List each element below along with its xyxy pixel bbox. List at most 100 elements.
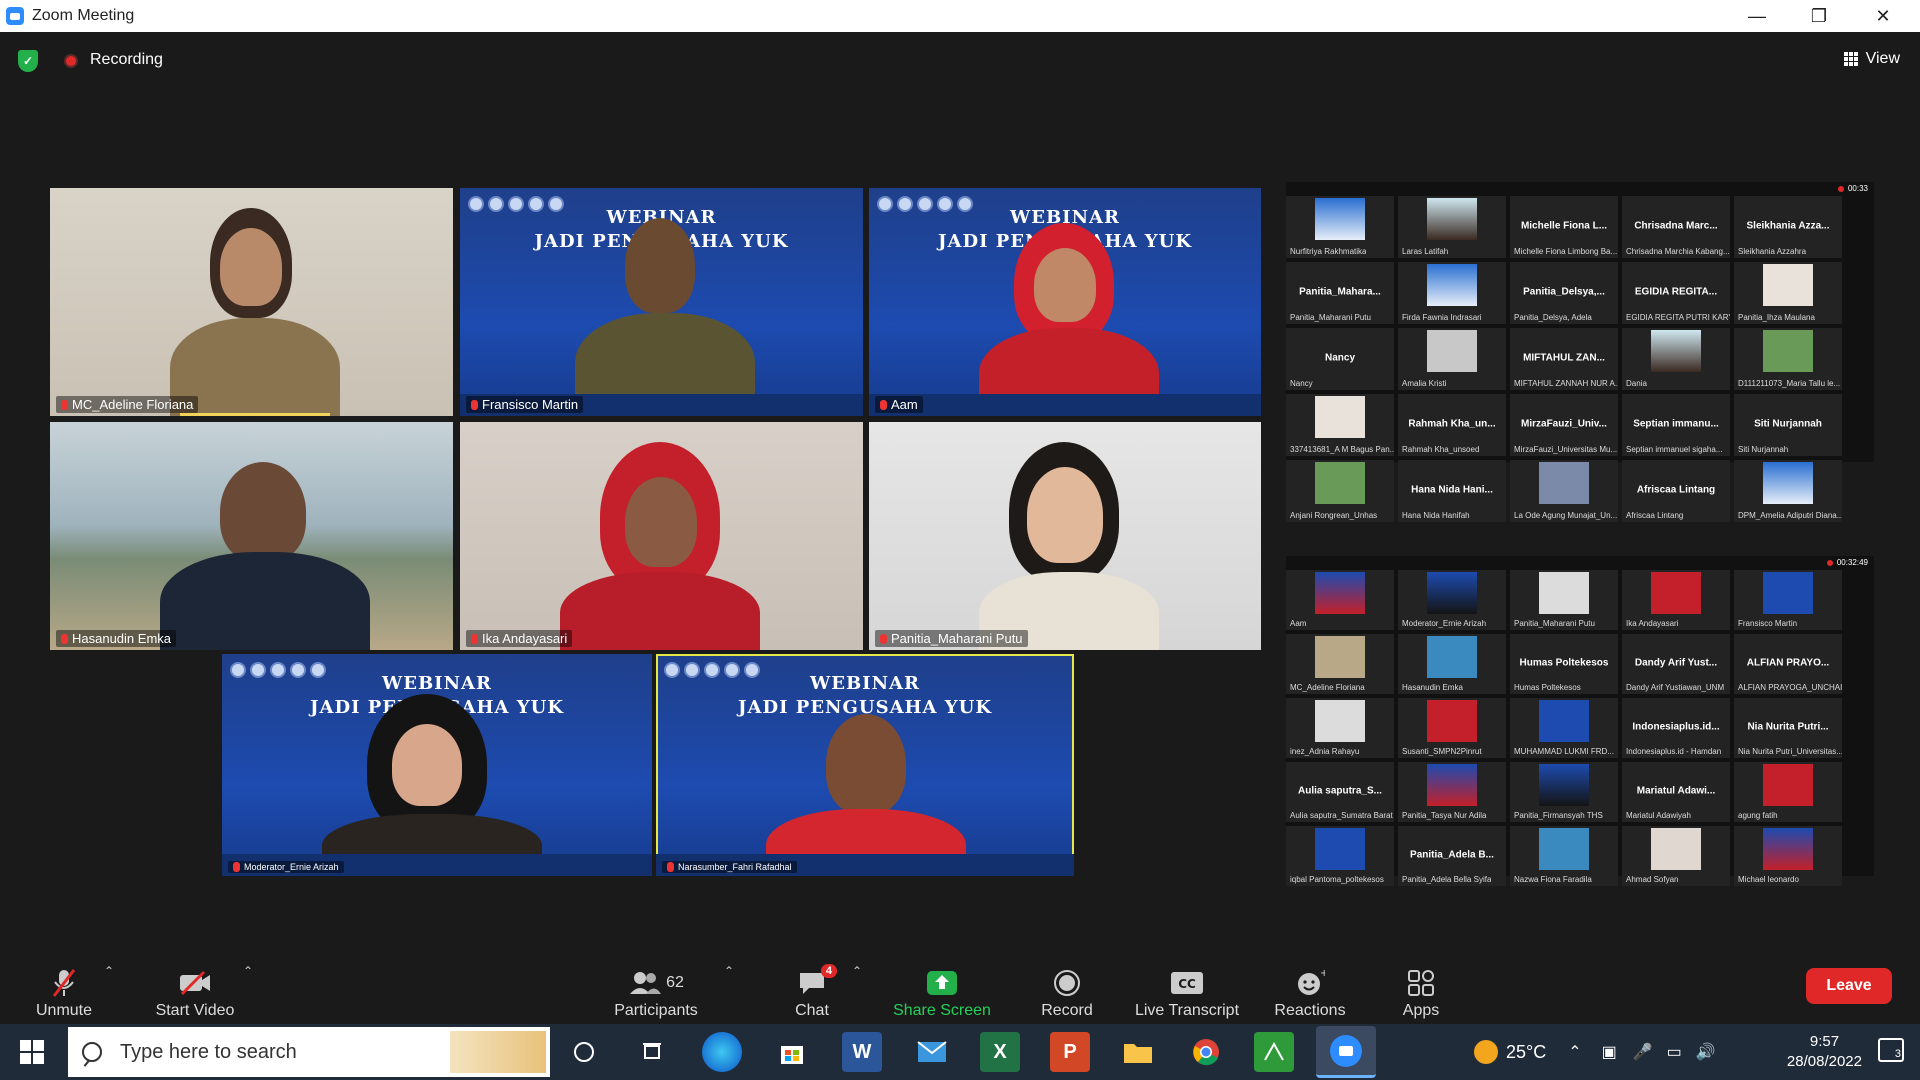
gallery-participant-name: La Ode Agung Munajat_Un... xyxy=(1514,511,1618,520)
leave-button[interactable]: Leave xyxy=(1806,968,1892,1004)
weather-temperature[interactable]: 25°C xyxy=(1506,1042,1546,1063)
encryption-shield-icon[interactable]: ✓ xyxy=(18,50,38,72)
recording-label[interactable]: Recording xyxy=(90,51,163,69)
start-video-button[interactable]: Start Video xyxy=(150,956,240,1020)
windows-start-icon[interactable] xyxy=(20,1040,44,1064)
gallery-participant-tile: MIFTAHUL ZAN... MIFTAHUL ZANNAH NUR A... xyxy=(1510,328,1618,390)
gallery-participant-name: Rahmah Kha_unsoed xyxy=(1402,445,1480,454)
gallery-participant-tile: Hana Nida Hani... Hana Nida Hanifah xyxy=(1398,460,1506,522)
gallery-video-thumbnail xyxy=(1763,764,1813,806)
video-tile[interactable]: MC_Adeline Floriana xyxy=(50,188,453,416)
microsoft-store-icon[interactable] xyxy=(772,1032,812,1072)
video-tile[interactable]: Hasanudin Emka xyxy=(50,422,453,650)
word-icon[interactable]: W xyxy=(842,1032,882,1072)
video-options-caret-icon[interactable]: ⌃ xyxy=(243,964,253,978)
mail-icon[interactable] xyxy=(912,1032,952,1072)
gallery-video-thumbnail xyxy=(1651,330,1701,372)
gallery-participant-tile: Susanti_SMPN2Pinrut xyxy=(1398,698,1506,758)
gallery-participant-name: Hasanudin Emka xyxy=(1402,683,1463,692)
gallery-video-thumbnail xyxy=(1763,462,1813,504)
svg-text:CC: CC xyxy=(1178,977,1196,991)
apps-icon xyxy=(1404,968,1438,998)
gallery-participant-name: Panitia_Tasya Nur Adila xyxy=(1402,811,1487,820)
gallery-participant-name: Moderator_Ernie Arizah xyxy=(1402,619,1487,628)
gallery-participant-tile: Septian immanu... Septian immanuel sigaha… xyxy=(1622,394,1730,456)
gallery-participant-name: Aulia saputra_Sumatra Barat xyxy=(1290,811,1393,820)
audio-options-caret-icon[interactable]: ⌃ xyxy=(104,964,114,978)
video-tile[interactable]: WEBINARJADI PENGUSAHA YUK Aam xyxy=(869,188,1261,416)
gallery-participant-tile: agung fatih xyxy=(1734,762,1842,822)
live-transcript-button[interactable]: CC Live Transcript xyxy=(1130,956,1244,1020)
meeting-info-bar: ✓ Recording View xyxy=(0,32,1920,88)
chrome-icon[interactable] xyxy=(1186,1032,1226,1072)
gallery-participant-name: MirzaFauzi_Universitas Mu... xyxy=(1514,445,1618,454)
mic-muted-icon xyxy=(880,399,887,410)
participants-button[interactable]: 62 Participants xyxy=(608,956,704,1020)
notification-center-icon[interactable]: 3 xyxy=(1878,1038,1904,1062)
powerpoint-icon[interactable]: P xyxy=(1050,1032,1090,1072)
restore-button[interactable]: ❐ xyxy=(1788,0,1850,32)
video-off-icon xyxy=(178,968,212,998)
gallery-participant-tile: Nancy Nancy xyxy=(1286,328,1394,390)
gallery-participant-name: agung fatih xyxy=(1738,811,1778,820)
participant-face xyxy=(1034,248,1096,322)
participant-face xyxy=(625,218,695,313)
share-screen-button[interactable]: Share Screen xyxy=(886,956,998,1020)
minimize-button[interactable]: — xyxy=(1726,0,1788,32)
gallery-display-name: Afriscaa Lintang xyxy=(1636,484,1716,496)
video-tile[interactable]: Panitia_Maharani Putu xyxy=(869,422,1261,650)
gallery-participant-name: Panitia_Delsya, Adela xyxy=(1514,313,1592,322)
battery-icon[interactable]: ▭ xyxy=(1667,1042,1682,1062)
excel-icon[interactable]: X xyxy=(980,1032,1020,1072)
record-button[interactable]: Record xyxy=(1030,956,1104,1020)
close-button[interactable]: ✕ xyxy=(1852,0,1914,32)
spreadsheet-app-icon[interactable] xyxy=(1254,1032,1294,1072)
network-icon[interactable]: ▣ xyxy=(1602,1042,1617,1062)
gallery-participant-name: Nia Nurita Putri_Universitas... xyxy=(1738,747,1842,756)
reactions-button[interactable]: + Reactions xyxy=(1272,956,1348,1020)
gallery-video-thumbnail xyxy=(1539,828,1589,870)
view-button[interactable]: View xyxy=(1843,50,1900,68)
volume-icon[interactable]: 🔊 xyxy=(1696,1042,1716,1062)
unmute-button[interactable]: Unmute xyxy=(28,956,100,1020)
gallery-participant-name: Humas Poltekesos xyxy=(1514,683,1581,692)
cortana-icon[interactable] xyxy=(564,1032,604,1072)
chat-options-caret-icon[interactable]: ⌃ xyxy=(852,964,862,978)
gallery-video-thumbnail xyxy=(1315,828,1365,870)
gallery-participant-tile: Amalia Kristi xyxy=(1398,328,1506,390)
gallery-display-name: Indonesiaplus.id... xyxy=(1632,721,1720,733)
gallery-display-name: Septian immanu... xyxy=(1633,418,1719,430)
participant-face xyxy=(392,724,462,806)
participant-name: Panitia_Maharani Putu xyxy=(875,630,1028,647)
weather-icon[interactable] xyxy=(1474,1040,1498,1064)
taskbar-clock[interactable]: 9:57 28/08/2022 xyxy=(1787,1032,1862,1072)
sponsor-strip xyxy=(869,394,1261,416)
gallery-display-name: Aulia saputra_S... xyxy=(1298,785,1382,797)
video-tile[interactable]: WEBINARJADI PENGUSAHA YUK Moderator_Erni… xyxy=(222,654,652,876)
chevron-up-icon[interactable]: ⌃ xyxy=(1568,1042,1581,1062)
chat-button[interactable]: 4 Chat xyxy=(784,956,840,1020)
gallery-participant-tile: 337413681_A M Bagus Pan... xyxy=(1286,394,1394,456)
participants-count: 62 xyxy=(666,974,684,991)
gallery-participant-name: Indonesiaplus.id - Hamdan xyxy=(1626,747,1722,756)
edge-browser-icon[interactable] xyxy=(702,1032,742,1072)
gallery-video-thumbnail xyxy=(1315,636,1365,678)
gallery-participant-tile: Dania xyxy=(1622,328,1730,390)
gallery-participant-tile: Hasanudin Emka xyxy=(1398,634,1506,694)
apps-button[interactable]: Apps xyxy=(1396,956,1446,1020)
participant-face xyxy=(1027,467,1103,563)
video-stage: MC_Adeline Floriana WEBINARJADI PENGUSAH… xyxy=(0,88,1920,950)
video-tile-active-speaker[interactable]: WEBINAR JADI PENGUSAHA YUK Narasumber_Fah… xyxy=(656,654,1074,876)
participants-options-caret-icon[interactable]: ⌃ xyxy=(724,964,734,978)
gallery-participant-name: MIFTAHUL ZANNAH NUR A... xyxy=(1514,379,1618,388)
video-tile[interactable]: WEBINARJADI PENGUSAHA YUK Fransisco Mart… xyxy=(460,188,863,416)
video-tile[interactable]: Ika Andayasari xyxy=(460,422,863,650)
gallery-participant-tile: Aulia saputra_S... Aulia saputra_Sumatra … xyxy=(1286,762,1394,822)
gallery-participant-name: DPM_Amelia Adiputri Diana... xyxy=(1738,511,1842,520)
file-explorer-icon[interactable] xyxy=(1118,1032,1158,1072)
zoom-taskbar-icon[interactable] xyxy=(1316,1026,1376,1078)
microphone-icon[interactable]: 🎤 xyxy=(1633,1042,1653,1062)
task-view-icon[interactable] xyxy=(632,1032,672,1072)
taskbar-search-box[interactable]: Type here to search xyxy=(68,1027,550,1077)
gallery-participant-name: Michelle Fiona Limbong Ba... xyxy=(1514,247,1618,256)
